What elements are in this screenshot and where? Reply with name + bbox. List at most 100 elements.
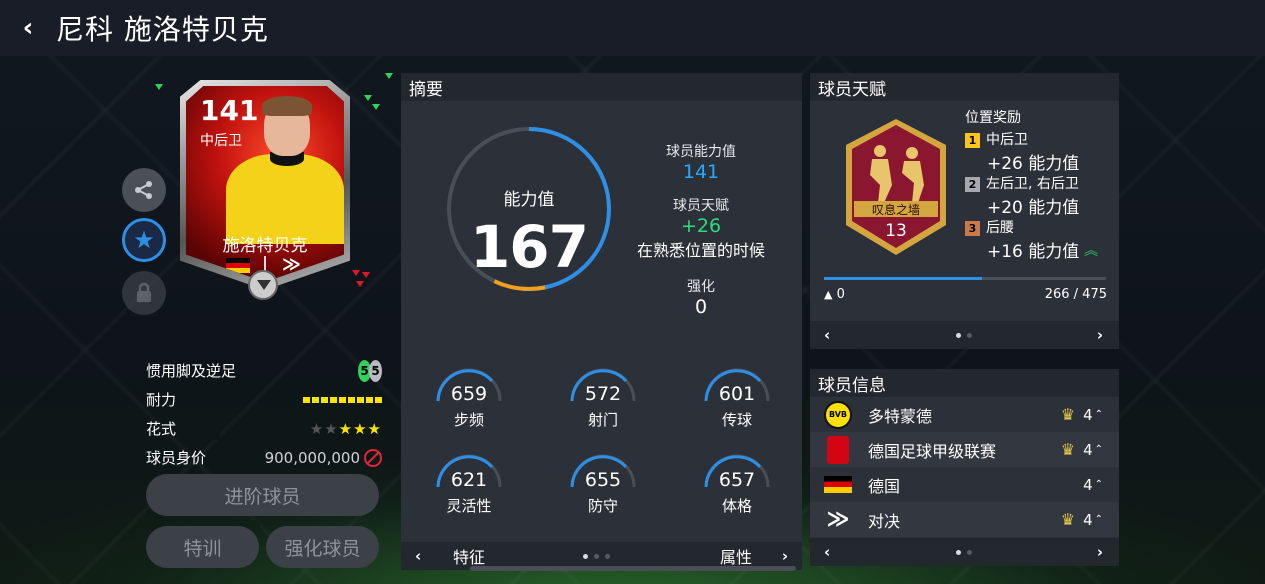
- attribute-value: 572: [584, 383, 622, 405]
- talent-progress-right: 266 / 475: [1044, 287, 1107, 302]
- bundesliga-logo-icon: [827, 435, 849, 464]
- info-next-arrow-icon[interactable]: ›: [1097, 543, 1103, 561]
- talent-bonus-block: 球员天赋 +26 在熟悉位置的时候: [621, 195, 781, 261]
- talent-badge[interactable]: 叹息之墙 13: [840, 115, 952, 261]
- spark-decoration: [372, 104, 380, 110]
- player-attributes-list: 惯用脚及逆足 5 5 耐力 花式 ★★★★★ 球员身价 900,000,000: [146, 356, 382, 472]
- position-bonus-title: 位置奖励: [965, 110, 1021, 126]
- chemistry-icon: ⌃: [1094, 444, 1103, 455]
- upgrade-arrow-icon[interactable]: ︽: [1084, 244, 1098, 258]
- bonus-rank-badge: 2: [965, 177, 980, 192]
- talent-progress-left: ▲ 0: [824, 287, 845, 302]
- crown-icon: ♛: [1060, 510, 1076, 529]
- player-card[interactable]: 141 中后卫 施洛特贝克 ≫: [180, 80, 350, 300]
- player-ovr-value: 141: [682, 161, 720, 183]
- no-trade-icon: [364, 448, 382, 467]
- skill-label: 花式: [146, 420, 177, 438]
- lock-button[interactable]: [122, 271, 166, 315]
- attribute-name: 防守: [587, 497, 618, 515]
- showdown-logo-icon: ≫: [826, 507, 850, 532]
- spark-decoration: [362, 272, 370, 278]
- training-button[interactable]: 特训: [146, 526, 259, 568]
- attribute-value: 659: [450, 383, 488, 405]
- star-icon: ★: [133, 226, 155, 254]
- value-row: 球员身价 900,000,000: [146, 443, 382, 472]
- player-value: 900,000,000: [264, 448, 360, 467]
- talent-title: 球员天赋: [810, 73, 1119, 101]
- weak-foot-badge: 5: [369, 359, 382, 382]
- spark-decoration: [385, 73, 393, 79]
- page-title: 尼科 施洛特贝克: [56, 13, 269, 46]
- bvb-logo-icon: BVB: [824, 400, 852, 429]
- advance-player-button[interactable]: 进阶球员: [146, 474, 379, 516]
- attribute-name: 步频: [453, 411, 484, 429]
- summary-panel: 摘要 能力值 167 球员能力值 141 球员天赋 +26 在熟悉位置的时候 强…: [401, 73, 802, 570]
- foot-label: 惯用脚及逆足: [146, 362, 237, 380]
- talent-progress-fill: [824, 277, 982, 280]
- player-ovr-label: 球员能力值: [666, 144, 736, 160]
- bonus-value: +16 能力值: [987, 242, 1080, 262]
- info-prev-arrow-icon[interactable]: ‹: [824, 543, 830, 561]
- boost-value: 0: [694, 296, 708, 318]
- chemistry-value: 4: [1083, 440, 1093, 459]
- spark-decoration: [155, 84, 163, 90]
- info-row[interactable]: BVB 多特蒙德 ♛ 4 ⌃: [810, 397, 1119, 432]
- position-bonus-row: 3 后腰 +16 能力值: [965, 217, 1079, 262]
- skill-stars: ★★★★★: [309, 419, 382, 438]
- attribute-value: 601: [718, 383, 756, 405]
- player-hair: [262, 96, 312, 116]
- chevron-left-icon: ‹: [22, 13, 34, 43]
- bonus-rank-badge: 3: [965, 221, 980, 236]
- page-dots: [583, 553, 610, 559]
- card-position: 中后卫: [200, 133, 242, 149]
- attribute-item: 572 射门: [563, 367, 643, 429]
- favorite-button[interactable]: ★: [122, 218, 166, 262]
- attributes-tab[interactable]: 属性: [720, 544, 752, 568]
- position-bonus-row: 1 中后卫 +26 能力值: [965, 129, 1079, 174]
- info-row[interactable]: ≫ 对决 ♛ 4 ⌃: [810, 502, 1119, 537]
- horizontal-scrollbar[interactable]: [470, 566, 796, 571]
- top-bar: ‹ 尼科 施洛特贝克: [0, 0, 1265, 56]
- card-grade-badge-icon: [248, 270, 278, 300]
- value-label: 球员身价: [146, 449, 207, 467]
- talent-footer: ‹ ›: [810, 321, 1119, 349]
- lock-icon: [137, 282, 151, 302]
- back-button[interactable]: ‹: [0, 0, 56, 56]
- attribute-name: 体格: [721, 497, 752, 515]
- foot-row: 惯用脚及逆足 5 5: [146, 356, 382, 385]
- attribute-name: 传球: [721, 411, 752, 429]
- boost-block: 强化 0: [621, 276, 781, 318]
- ovr-value: 167: [469, 213, 589, 281]
- info-name: 德国: [868, 476, 901, 496]
- attribute-value: 655: [584, 469, 622, 491]
- attribute-item: 657 体格: [697, 453, 777, 515]
- talent-prev-arrow-icon[interactable]: ‹: [824, 326, 830, 344]
- talent-bonus-note: 在熟悉位置的时候: [636, 241, 765, 260]
- position-bonus-row: 2 左后卫, 右后卫 +20 能力值: [965, 173, 1079, 218]
- chemistry-icon: ⌃: [1094, 409, 1103, 420]
- share-button[interactable]: [122, 168, 166, 212]
- prev-arrow-icon[interactable]: ‹: [415, 547, 421, 565]
- strengthen-player-button[interactable]: 强化球员: [266, 526, 379, 568]
- talent-progress-bar: [824, 277, 1106, 280]
- info-name: 多特蒙德: [868, 406, 933, 426]
- germany-flag-icon: [824, 476, 852, 493]
- card-ovr: 141: [200, 94, 259, 127]
- chemistry-value: 4: [1083, 510, 1093, 529]
- card-inner: 141 中后卫 施洛特贝克 ≫: [186, 86, 344, 282]
- spark-decoration: [356, 281, 364, 287]
- next-arrow-icon[interactable]: ›: [782, 547, 788, 565]
- player-info-title: 球员信息: [810, 369, 1119, 397]
- stamina-row: 耐力: [146, 385, 382, 414]
- bonus-positions: 后腰: [986, 220, 1014, 236]
- info-name: 德国足球甲级联赛: [868, 441, 997, 461]
- traits-tab[interactable]: 特征: [453, 544, 485, 568]
- info-row[interactable]: 德国 4 ⌃: [810, 467, 1119, 502]
- talent-bonus-label: 球员天赋: [673, 198, 729, 214]
- info-row[interactable]: 德国足球甲级联赛 ♛ 4 ⌃: [810, 432, 1119, 467]
- bonus-value: +20 能力值: [987, 198, 1080, 218]
- bonus-positions: 中后卫: [986, 132, 1028, 148]
- chemistry-value: 4: [1083, 475, 1093, 494]
- talent-next-arrow-icon[interactable]: ›: [1097, 326, 1103, 344]
- spark-decoration: [364, 95, 372, 101]
